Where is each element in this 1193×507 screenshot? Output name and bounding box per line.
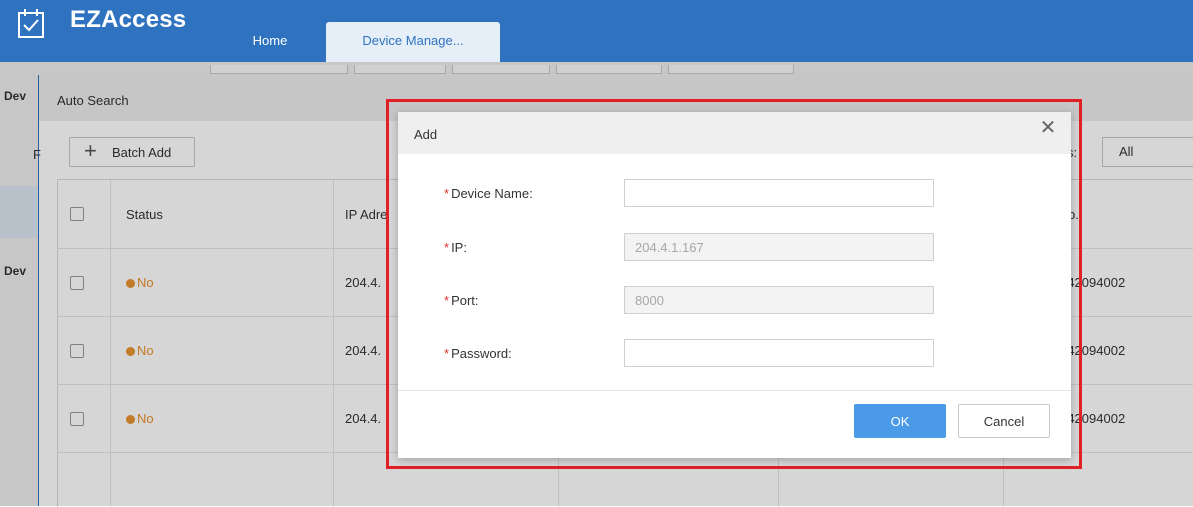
ip-field[interactable] — [624, 233, 934, 261]
password-label: * Password: — [444, 346, 512, 361]
dialog-title: Add — [414, 127, 438, 142]
device-name-field[interactable] — [624, 179, 934, 207]
close-icon[interactable]: ✕ — [1038, 118, 1058, 138]
cancel-button[interactable]: Cancel — [958, 404, 1050, 438]
ok-button[interactable]: OK — [854, 404, 946, 438]
password-field[interactable] — [624, 339, 934, 367]
dialog-header: Add ✕ — [398, 112, 1071, 154]
device-name-label: * Device Name: — [444, 186, 533, 201]
port-field[interactable] — [624, 286, 934, 314]
tab-device-management[interactable]: Device Manage... — [326, 22, 500, 62]
calendar-check-icon — [18, 9, 44, 38]
ip-label: * IP: — [444, 240, 467, 255]
tab-home[interactable]: Home — [220, 24, 320, 62]
app-title: EZAccess — [70, 6, 187, 33]
add-device-dialog: Add ✕ *Device Name: *IP: *Port: *Passwor… — [398, 112, 1071, 458]
dialog-footer-divider — [398, 390, 1071, 391]
top-bar: EZAccess Home Device Manage... — [0, 0, 1193, 62]
port-label: * Port: — [444, 293, 479, 308]
